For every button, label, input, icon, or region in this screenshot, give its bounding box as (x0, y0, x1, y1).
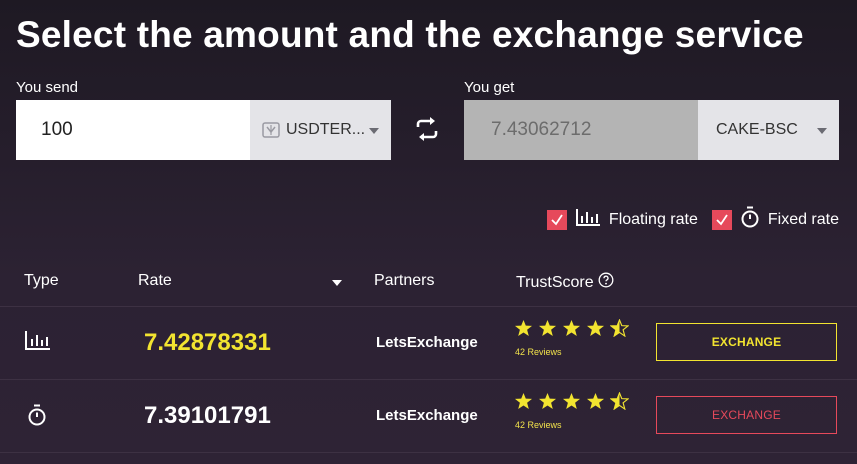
get-currency-select[interactable]: CAKE-BSC (698, 100, 839, 160)
get-label: You get (464, 79, 515, 96)
swap-arrows-icon[interactable] (414, 116, 440, 142)
reviews-count: 42 Reviews (515, 347, 562, 357)
header-trustscore: TrustScore (516, 272, 614, 293)
send-currency-label: USDTER... (286, 121, 366, 138)
chevron-down-icon (369, 128, 379, 134)
send-amount-input[interactable]: 100 (16, 100, 250, 160)
page-title: Select the amount and the exchange servi… (16, 14, 804, 55)
header-rate[interactable]: Rate (138, 272, 172, 290)
fixed-rate-checkbox[interactable] (711, 209, 732, 230)
exchange-button[interactable]: EXCHANGE (656, 396, 837, 434)
fixed-rate-label: Fixed rate (767, 210, 839, 228)
header-type: Type (24, 272, 59, 289)
star-icon (538, 319, 557, 337)
header-partners: Partners (374, 272, 435, 289)
star-rating (514, 319, 629, 337)
send-currency-select[interactable]: USDTER... (250, 100, 391, 160)
table-row: 7.39101791 LetsExchange 42 Reviews EXCHA… (0, 380, 857, 452)
rate-filters: Floating rate Fixed rate (546, 206, 839, 233)
divider (0, 452, 857, 453)
stopwatch-icon (740, 206, 760, 233)
star-icon (562, 319, 581, 337)
half-star-icon (610, 392, 629, 410)
reviews-count: 42 Reviews (515, 420, 562, 430)
fixed-rate-filter[interactable]: Fixed rate (711, 206, 839, 233)
exchange-button[interactable]: EXCHANGE (656, 323, 837, 361)
half-star-icon (610, 319, 629, 337)
usdt-token-icon (262, 121, 280, 139)
star-icon (562, 392, 581, 410)
floating-rate-label: Floating rate (608, 210, 698, 228)
partner-name: LetsExchange (376, 407, 478, 424)
get-currency-label: CAKE-BSC (716, 121, 798, 138)
send-label: You send (16, 79, 79, 96)
partner-name: LetsExchange (376, 334, 478, 351)
help-icon[interactable] (598, 272, 614, 293)
floating-rate-filter[interactable]: Floating rate (546, 207, 698, 232)
star-icon (586, 319, 605, 337)
table-row: 7.42878331 LetsExchange 42 Reviews EXCHA… (0, 307, 857, 379)
star-icon (586, 392, 605, 410)
star-icon (514, 392, 533, 410)
chevron-down-icon (817, 128, 827, 134)
sort-chevron-icon[interactable] (332, 280, 342, 286)
stopwatch-icon (27, 404, 47, 431)
bar-chart-icon (575, 207, 601, 232)
rate-value: 7.42878331 (144, 329, 271, 356)
header-trustscore-label: TrustScore (516, 273, 594, 291)
star-icon (538, 392, 557, 410)
get-amount-field: 7.43062712 (464, 100, 698, 160)
bar-chart-icon (24, 329, 51, 356)
star-rating (514, 392, 629, 410)
floating-rate-checkbox[interactable] (546, 209, 567, 230)
star-icon (514, 319, 533, 337)
rate-value: 7.39101791 (144, 402, 271, 429)
